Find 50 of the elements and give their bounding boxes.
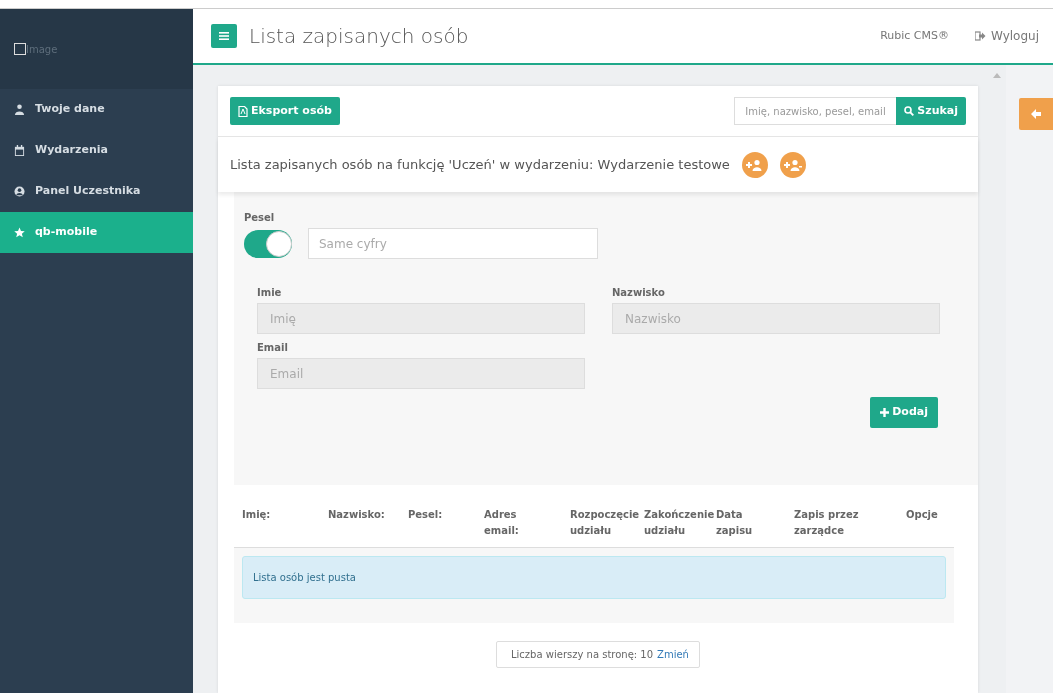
column-header: Opcje xyxy=(906,508,939,522)
logout-link[interactable]: Wyloguj xyxy=(975,27,1039,45)
field-label: Email xyxy=(257,341,289,355)
field-label: Nazwisko xyxy=(612,286,666,300)
add-button[interactable]: Dodaj xyxy=(870,397,938,428)
field-label: Pesel xyxy=(244,211,276,225)
scroll-up-icon[interactable] xyxy=(993,73,1001,78)
column-header: Nazwisko: xyxy=(328,508,386,522)
calendar-icon xyxy=(14,145,25,156)
page-title: Lista zapisanych osób xyxy=(249,23,469,50)
add-user-button[interactable] xyxy=(741,151,768,178)
column-header: Zakończenie udziału xyxy=(644,508,716,538)
user-circle-icon xyxy=(14,186,25,197)
menu-icon xyxy=(219,32,229,40)
back-button[interactable] xyxy=(1019,98,1053,130)
column-header: Zapis przez zarządce xyxy=(794,508,860,538)
field-label: Imie xyxy=(257,286,283,300)
add-user-icon xyxy=(745,158,764,171)
section-heading: Lista zapisanych osób na funkcję 'Uczeń' w wydarzeniu: Wydarzenie testowe xyxy=(230,155,730,174)
search-icon xyxy=(904,106,915,116)
column-header: Imię: xyxy=(242,508,272,522)
sidebar-item[interactable]: Wydarzenia xyxy=(0,130,193,171)
pesel-field[interactable]: Same cyfry xyxy=(308,228,598,259)
user-icon xyxy=(14,104,25,115)
search-button[interactable]: Szukaj xyxy=(896,97,966,125)
star-icon xyxy=(14,227,25,238)
plus-icon xyxy=(880,407,890,417)
sidebar-item[interactable]: Twoje dane xyxy=(0,89,193,130)
column-header: Data zapisu xyxy=(716,508,754,538)
brand-label: Rubic CMS® xyxy=(880,27,949,44)
text-field[interactable]: Email xyxy=(257,358,585,389)
add-users-button[interactable] xyxy=(779,151,806,178)
left-arrow-icon xyxy=(1030,108,1042,120)
export-button[interactable]: Eksport osób xyxy=(230,96,340,126)
add-users-icon xyxy=(783,158,802,171)
text-field[interactable]: Nazwisko xyxy=(612,303,940,334)
search-field[interactable]: Imię, nazwisko, pesel, email xyxy=(734,97,897,125)
logout-icon xyxy=(975,31,986,41)
text-field[interactable]: Imię xyxy=(257,303,585,334)
sidebar-item[interactable]: qb-mobile xyxy=(0,212,193,253)
column-header: Rozpoczęcie udziału xyxy=(570,508,641,538)
pesel-toggle[interactable] xyxy=(244,229,292,258)
column-header: Adres email: xyxy=(484,508,520,538)
empty-list-message: Lista osób jest pusta xyxy=(242,556,946,599)
column-header: Pesel: xyxy=(408,508,444,522)
pdf-file-icon xyxy=(238,105,248,117)
sidebar-item[interactable]: Panel Uczestnika xyxy=(0,171,193,212)
menu-button[interactable] xyxy=(211,24,237,48)
page-size-text: Liczba wierszy na stronę: 10 xyxy=(511,648,654,662)
change-link[interactable]: Zmień xyxy=(657,647,689,662)
